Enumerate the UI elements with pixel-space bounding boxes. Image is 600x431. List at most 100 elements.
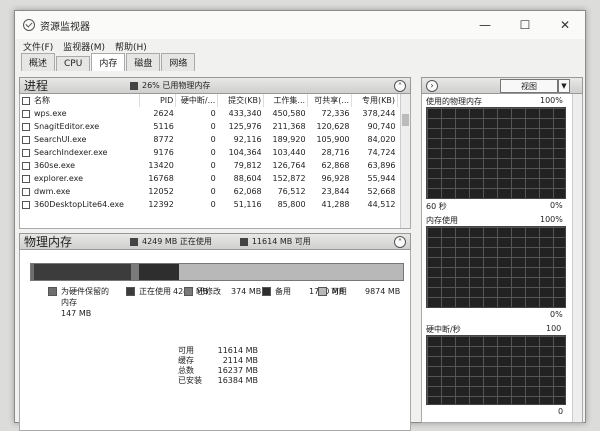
menu-bar: 文件(F) 监视器(M) 帮助(H) (15, 39, 585, 53)
chevron-up-icon: ˄ (398, 81, 402, 91)
process-cell: 92,116 (233, 135, 262, 144)
column-header-hard-faults[interactable]: 硬中断/... (175, 94, 219, 107)
process-cell: 62,868 (321, 161, 350, 170)
legend-swatch (262, 287, 271, 296)
column-header-name[interactable]: 名称 (20, 94, 141, 107)
minimize-icon: — (479, 18, 491, 32)
process-cell: 41,288 (321, 200, 350, 209)
column-header-working-set[interactable]: 工作集... (263, 94, 309, 107)
chevron-up-icon: ˄ (398, 237, 402, 247)
tab-bar: 概述 CPU 内存 磁盘 网络 (15, 53, 585, 71)
total-label: 可用 (178, 346, 194, 355)
process-cell: 51,116 (233, 200, 262, 209)
physical-memory-graph (426, 107, 566, 199)
maximize-icon: ☐ (519, 18, 531, 32)
process-cell: 79,812 (233, 161, 262, 170)
menu-monitor[interactable]: 监视器(M) (63, 40, 105, 53)
graph-max: 100% (540, 215, 563, 224)
table-row[interactable]: dwm.exe 12052 0 62,068 76,512 23,844 52,668 (20, 185, 398, 198)
table-header-row: 名称 PID 硬中断/... 提交(KB) 工作集... 可共享(... 专用(… (20, 94, 398, 107)
hide-graphs-button[interactable]: › (426, 79, 438, 92)
total-value: 16384 MB (217, 376, 258, 385)
process-cell: 44,512 (367, 200, 396, 209)
memory-usage-swatch (130, 81, 138, 90)
table-row[interactable]: 360se.exe 13420 0 79,812 126,764 62,868 63,896 (20, 159, 398, 172)
process-cell: 55,944 (367, 174, 396, 183)
process-cell: 211,368 (272, 122, 306, 131)
total-value: 16237 MB (217, 366, 258, 375)
view-button[interactable]: 视图 (500, 79, 558, 93)
tab-disk[interactable]: 磁盘 (126, 53, 161, 71)
process-checkbox[interactable] (22, 161, 30, 170)
legend-swatch (318, 287, 327, 296)
menu-file[interactable]: 文件(F) (23, 40, 53, 53)
process-checkbox[interactable] (22, 174, 30, 183)
process-checkbox[interactable] (22, 122, 30, 131)
process-cell: 28,716 (321, 148, 350, 157)
legend-label: 内存 (61, 298, 77, 307)
table-row[interactable]: SearchIndexer.exe 9176 0 104,364 103,440 28,7… (20, 146, 398, 159)
legend-swatch (184, 287, 193, 296)
memory-title: 物理内存 (24, 235, 73, 249)
minimize-button[interactable]: — (465, 11, 505, 39)
process-cell: 90,740 (367, 122, 396, 131)
memory-legend-item: 为硬件保留的 内存 147 MB (48, 286, 109, 319)
total-label: 总数 (178, 366, 194, 375)
column-header-private[interactable]: 专用(KB) (351, 94, 398, 107)
process-cell: 0 (210, 161, 216, 170)
process-cell: 120,628 (316, 122, 350, 131)
collapse-process-button[interactable]: ˄ (394, 80, 406, 92)
graph-max: 100% (540, 96, 563, 105)
column-header-pid[interactable]: PID (139, 94, 177, 107)
process-cell: 2624 (153, 109, 174, 118)
tab-network[interactable]: 网络 (161, 53, 196, 71)
column-header-commit[interactable]: 提交(KB) (217, 94, 265, 107)
table-row[interactable]: SearchUI.exe 8772 0 92,116 189,920 105,900 84,… (20, 133, 398, 146)
process-cell: 0 (210, 122, 216, 131)
process-checkbox[interactable] (22, 148, 30, 157)
scroll-thumb[interactable] (402, 114, 409, 126)
process-cell: 125,976 (228, 122, 262, 131)
process-scrollbar[interactable] (400, 94, 410, 228)
process-checkbox[interactable] (22, 187, 30, 196)
process-cell: 152,872 (272, 174, 306, 183)
process-name-cell: explorer.exe (20, 172, 140, 185)
column-header-shareable[interactable]: 可共享(... (307, 94, 353, 107)
memory-legend-item: 可用 9874 MB (318, 286, 400, 297)
tab-cpu[interactable]: CPU (56, 56, 91, 71)
menu-help[interactable]: 帮助(H) (115, 40, 147, 53)
process-cell: 74,724 (367, 148, 396, 157)
process-cell: 9176 (153, 148, 174, 157)
maximize-button[interactable]: ☐ (505, 11, 545, 39)
graph-min: 0 (558, 407, 564, 416)
process-cell: 8772 (153, 135, 174, 144)
table-row[interactable]: explorer.exe 16768 0 88,604 152,872 96,928 55,… (20, 172, 398, 185)
memory-section-header[interactable]: 物理内存 4249 MB 正在使用 11614 MB 可用 ˄ (19, 233, 411, 250)
select-all-checkbox[interactable] (22, 96, 30, 105)
process-checkbox[interactable] (22, 200, 30, 209)
tab-overview[interactable]: 概述 (21, 53, 56, 71)
process-section-header[interactable]: 进程 26% 已用物理内存 ˄ (19, 77, 411, 94)
memory-available-info: 11614 MB 可用 (251, 237, 311, 246)
process-checkbox[interactable] (22, 135, 30, 144)
legend-value: 9874 MB (365, 287, 401, 296)
table-row[interactable]: SnagitEditor.exe 5116 0 125,976 211,368 120,6… (20, 120, 398, 133)
memory-totals: 可用 11614 MB 缓存 2114 MB 总数 16237 MB 已安装 16384… (178, 346, 258, 386)
process-cell: 16768 (148, 174, 174, 183)
table-row[interactable]: wps.exe 2624 0 433,340 450,580 72,336 378,244 (20, 107, 398, 120)
close-button[interactable]: ✕ (545, 11, 585, 39)
process-cell: 85,800 (277, 200, 306, 209)
tab-memory[interactable]: 内存 (91, 53, 126, 71)
process-cell: 23,844 (321, 187, 350, 196)
process-cell: 450,580 (272, 109, 306, 118)
collapse-memory-button[interactable]: ˄ (394, 236, 406, 248)
available-swatch (239, 237, 248, 246)
view-dropdown-button[interactable]: ▼ (558, 79, 570, 93)
window-title: 资源监视器 (40, 21, 90, 33)
graph-max: 100 (546, 324, 562, 333)
process-checkbox[interactable] (22, 109, 30, 118)
graphs-scrollbar[interactable] (572, 94, 582, 422)
memory-bar-segment (178, 264, 403, 280)
table-row[interactable]: 360DesktopLite64.exe 12392 0 51,116 85,800 41… (20, 198, 398, 211)
chevron-down-icon: ▼ (561, 82, 567, 90)
